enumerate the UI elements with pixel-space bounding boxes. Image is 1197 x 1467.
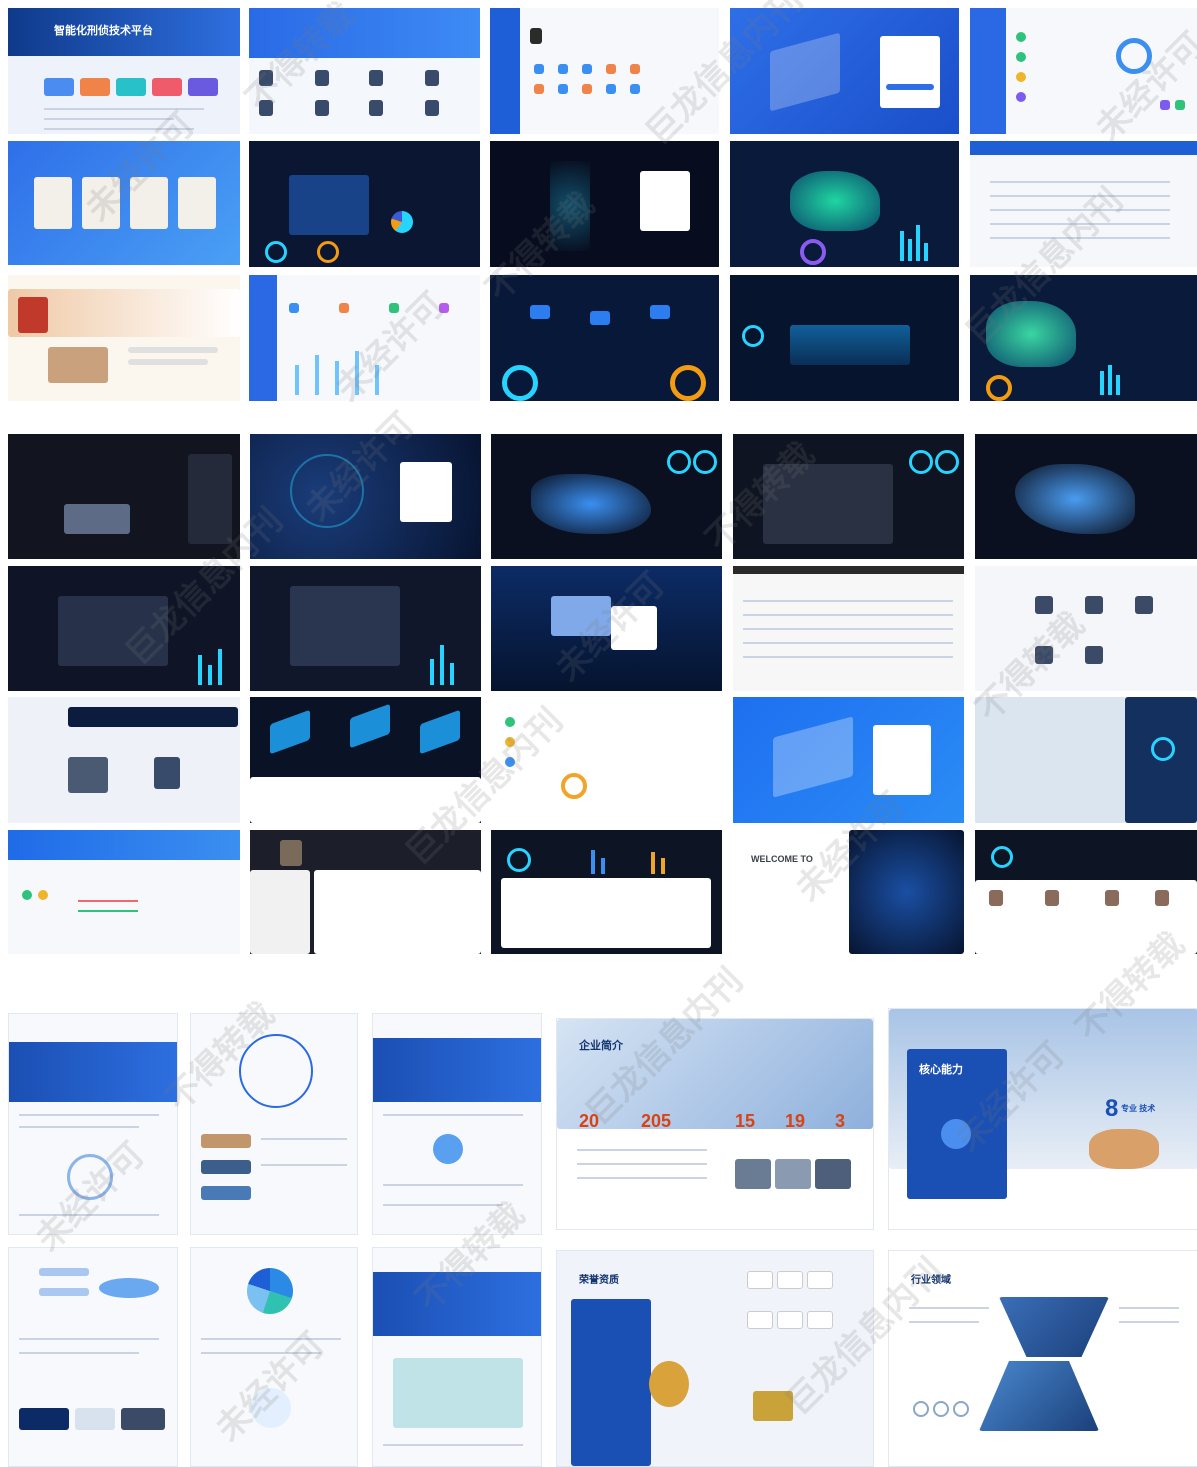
- brochure-page-3[interactable]: [372, 1013, 542, 1235]
- brochure-company-intro[interactable]: 企业简介 20 205 15 19 3: [556, 1018, 874, 1230]
- core-ability-tag: 专业 技术: [1121, 1104, 1156, 1113]
- screenshot-tile-analytics[interactable]: [970, 8, 1197, 134]
- brochure-page-5[interactable]: [190, 1247, 358, 1467]
- screenshot-tile-welcome-eye[interactable]: WELCOME TO: [733, 830, 964, 954]
- screenshot-tile-3d-map-c[interactable]: [975, 434, 1197, 559]
- brochure-industry[interactable]: 行业领域: [888, 1250, 1197, 1467]
- screenshot-tile-icons-chart[interactable]: [491, 697, 722, 823]
- screenshot-tile-login-isometric[interactable]: [730, 8, 959, 134]
- welcome-text: WELCOME TO: [751, 854, 813, 864]
- screenshot-tile-portal[interactable]: 智能化刑侦技术平台: [8, 8, 240, 134]
- screenshot-tile-people-list[interactable]: [249, 8, 480, 134]
- screenshot-tile-camera-gallery[interactable]: [975, 566, 1197, 691]
- core-ability-title: 核心能力: [919, 1064, 963, 1076]
- screenshot-tile-surveillance[interactable]: [8, 697, 240, 823]
- screenshot-tile-safe-home[interactable]: [8, 830, 240, 954]
- screenshot-tile-china-heatmap[interactable]: [970, 275, 1197, 401]
- company-stat-2: 205: [641, 1111, 672, 1131]
- screenshot-tile-dashboard-map[interactable]: [249, 141, 480, 267]
- screenshot-tile-human-login[interactable]: [490, 141, 719, 267]
- screenshot-tile-face-gallery[interactable]: [975, 830, 1197, 954]
- company-intro-title: 企业简介: [579, 1040, 623, 1052]
- screenshot-tile-dark-login[interactable]: [250, 434, 481, 559]
- brochure-page-6[interactable]: [372, 1247, 542, 1467]
- company-stat-4: 19: [785, 1111, 806, 1131]
- screenshot-tile-statistics[interactable]: [249, 275, 480, 401]
- screenshot-tile-temple-portal[interactable]: [8, 275, 240, 401]
- screenshot-tile-route-map[interactable]: [975, 697, 1197, 823]
- screenshot-tile-isometric-dark[interactable]: [250, 697, 481, 823]
- screenshot-tile-platform-layers[interactable]: [730, 275, 959, 401]
- screenshot-tile-table-page[interactable]: [970, 141, 1197, 267]
- company-stat-3: 15: [735, 1111, 756, 1131]
- screenshot-tile-network-dashboard[interactable]: [490, 275, 719, 401]
- screenshot-tile-dark-bars-table[interactable]: [491, 830, 722, 954]
- screenshot-tile-person-profile[interactable]: [250, 830, 481, 954]
- screenshot-tile-photo-cards[interactable]: [8, 141, 240, 265]
- company-stat-5: 3: [835, 1111, 846, 1131]
- brochure-honors[interactable]: 荣誉资质: [556, 1250, 874, 1467]
- screenshot-tile-video-monitor[interactable]: [8, 434, 240, 559]
- industry-title: 行业领域: [911, 1275, 951, 1286]
- screenshot-tile-blue-login[interactable]: [733, 697, 964, 823]
- company-stat-1: 20: [579, 1111, 600, 1131]
- screenshot-tile-china-map-dashboard[interactable]: [730, 141, 959, 267]
- screenshot-tile-3d-map-d[interactable]: [8, 566, 240, 691]
- core-ability-number: 8: [1105, 1095, 1119, 1122]
- brochure-page-1[interactable]: [8, 1013, 178, 1235]
- screenshot-tile-3d-map-a[interactable]: [491, 434, 722, 559]
- honor-title: 荣誉资质: [579, 1275, 619, 1286]
- screenshot-tile-glow-login[interactable]: [491, 566, 722, 691]
- brochure-core-ability[interactable]: 核心能力 8 专业 技术: [888, 1008, 1197, 1230]
- screenshot-tile-3d-map-e[interactable]: [250, 566, 481, 691]
- portal-title: 智能化刑侦技术平台: [54, 25, 153, 37]
- screenshot-tile-record-table[interactable]: [733, 566, 964, 691]
- brochure-page-4[interactable]: [8, 1247, 178, 1467]
- screenshot-tile-3d-map-b[interactable]: [733, 434, 964, 559]
- brochure-page-2[interactable]: [190, 1013, 358, 1235]
- screenshot-tile-admin-icons[interactable]: [490, 8, 719, 134]
